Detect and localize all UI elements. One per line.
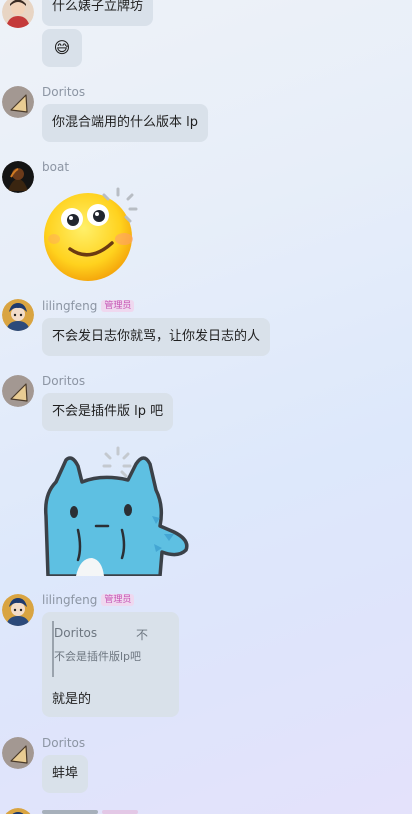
sender-name[interactable]: Doritos (42, 374, 85, 388)
blue-cat-sticker[interactable] (42, 446, 192, 576)
smiling-face-sticker[interactable] (42, 181, 142, 281)
message-bubble[interactable]: 不会发日志你就骂，让你发日志的人 (42, 318, 271, 356)
sender-name[interactable]: boat (42, 160, 69, 174)
sender-name-row: Doritos (42, 735, 85, 751)
avatar[interactable] (2, 0, 34, 28)
avatar[interactable] (2, 161, 34, 193)
admin-badge: 管理员 (101, 594, 135, 606)
message-text: 不会发日志你就骂，让你发日志的人 (52, 329, 261, 344)
avatar[interactable] (2, 737, 34, 769)
avatar[interactable] (2, 594, 34, 626)
reply-message-bubble[interactable]: Doritos 不 不会是插件版lp吧 就是的 (42, 612, 179, 717)
message-text: 就是的 (52, 692, 92, 707)
message-text: 什么婊子立牌坊 (52, 0, 144, 14)
message-bubble[interactable]: 不会是插件版 lp 吧 (42, 393, 174, 431)
sender-name[interactable]: Doritos (42, 85, 85, 99)
admin-badge-partial (102, 810, 138, 814)
sender-name-row: Doritos (42, 84, 85, 100)
message-bubble[interactable]: 什么婊子立牌坊 (42, 0, 154, 26)
sender-name-row: boat (42, 159, 69, 175)
quoted-text: 不会是插件版lp吧 (54, 650, 142, 663)
avatar[interactable] (2, 375, 34, 407)
quoted-author: Doritos (54, 626, 98, 640)
sender-name-row: Doritos (42, 373, 85, 389)
message-text: 不会是插件版 lp 吧 (52, 404, 164, 419)
avatar[interactable] (2, 808, 34, 814)
sender-name[interactable]: lilingfeng (42, 593, 97, 607)
sweat-smile-emoji-icon: 😅 (53, 38, 71, 57)
sender-name[interactable]: Doritos (42, 736, 85, 750)
message-bubble[interactable]: 😅 (42, 29, 82, 67)
message-bubble[interactable]: 你混合端用的什么版本 lp (42, 104, 208, 142)
chat-message-list[interactable]: 什么婊子立牌坊 😅 Doritos 你混合端用的什么版本 lp boat lil… (0, 0, 412, 814)
quoted-flag: 不 (136, 628, 149, 642)
sender-name-row: lilingfeng 管理员 (42, 592, 135, 608)
sender-name-row: lilingfeng 管理员 (42, 298, 135, 314)
message-bubble[interactable]: 蚌埠 (42, 755, 89, 793)
avatar[interactable] (2, 299, 34, 331)
message-text: 蚌埠 (52, 766, 79, 781)
admin-badge: 管理员 (101, 300, 135, 312)
message-text: 你混合端用的什么版本 lp (52, 115, 198, 130)
avatar[interactable] (2, 86, 34, 118)
sender-name[interactable]: lilingfeng (42, 299, 97, 313)
sender-name-row-partial (42, 810, 98, 814)
